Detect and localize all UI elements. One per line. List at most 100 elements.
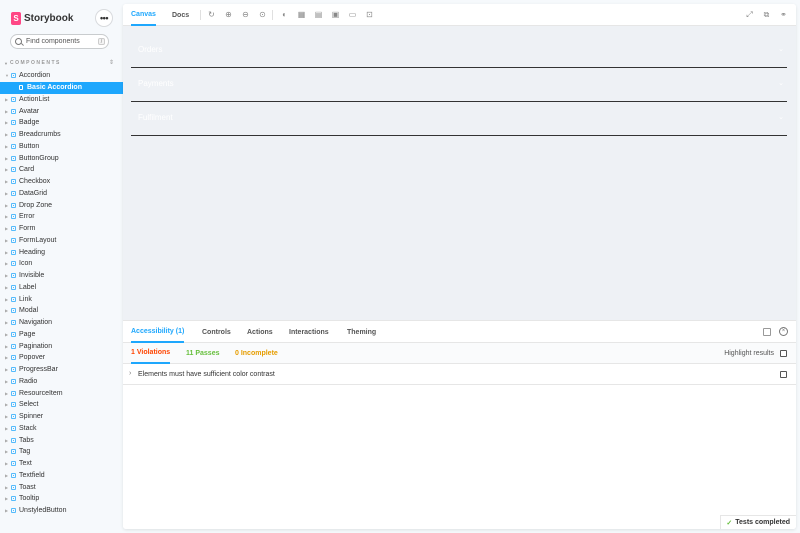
panel-orientation-icon[interactable] [763, 328, 771, 336]
tab-docs[interactable]: Docs [172, 4, 189, 26]
sidebar-item[interactable]: ▶ Spinner [0, 411, 123, 423]
tab-incomplete[interactable]: 0 Incomplete [235, 343, 278, 364]
sidebar-item[interactable]: ▶ Drop Zone [0, 199, 123, 211]
tab-controls[interactable]: Controls [202, 321, 231, 343]
component-icon [11, 96, 16, 102]
rulers-icon[interactable]: ⊡ [365, 10, 374, 19]
sidebar-item[interactable]: ▶ Invisible [0, 270, 123, 282]
sidebar-item[interactable]: ▶ ActionList [0, 94, 123, 106]
violation-checkbox[interactable] [780, 371, 787, 378]
measure-icon[interactable]: ▣ [331, 10, 340, 19]
zoom-reset-icon[interactable]: ⊙ [258, 10, 267, 19]
sidebar-item[interactable]: ▶ Checkbox [0, 176, 123, 188]
sidebar-item-label: DataGrid [19, 189, 48, 197]
sidebar-item[interactable]: ▶ Textfield [0, 470, 123, 482]
sidebar-item[interactable]: ▶ Tabs [0, 434, 123, 446]
brand[interactable]: S Storybook [11, 11, 73, 25]
components-section-header[interactable]: ▼ COMPONENTS ⇕ [4, 59, 114, 67]
sidebar-item[interactable]: ▶ Popover [0, 352, 123, 364]
sidebar-item[interactable]: ▶ Text [0, 458, 123, 470]
sidebar-item[interactable]: ▶ Label [0, 282, 123, 294]
tab-interactions[interactable]: Interactions [289, 321, 329, 343]
reload-icon[interactable]: ↻ [207, 10, 216, 19]
sidebar-item[interactable]: ▶ ProgressBar [0, 364, 123, 376]
caret-right-icon: ▶ [5, 449, 9, 455]
sidebar-item[interactable]: ▶ Card [0, 164, 123, 176]
violation-row[interactable]: › Elements must have sufficient color co… [123, 364, 796, 385]
fullscreen-icon[interactable]: ⤢ [745, 10, 754, 19]
sidebar-item[interactable]: ▶ DataGrid [0, 188, 123, 200]
tab-accessibility[interactable]: Accessibility (1) [131, 321, 185, 343]
sidebar-item[interactable]: ▶ Tooltip [0, 493, 123, 505]
sidebar-item[interactable]: ▶ FormLayout [0, 235, 123, 247]
menu-button[interactable]: ••• [96, 10, 112, 26]
component-icon [11, 320, 16, 326]
outline-icon[interactable]: ▭ [348, 10, 357, 19]
sidebar-item[interactable]: ▶ Tag [0, 446, 123, 458]
zoom-in-icon[interactable]: ⊕ [224, 10, 233, 19]
sidebar-item[interactable]: ▶ Button [0, 141, 123, 153]
grid-icon[interactable]: ▦ [297, 10, 306, 19]
component-icon [11, 425, 16, 431]
component-icon [11, 414, 16, 420]
component-tree: ▼ Accordion Basic Accordion ▶ ActionList ▶ Ava… [0, 70, 123, 517]
zoom-out-icon[interactable]: ⊖ [241, 10, 250, 19]
tab-canvas[interactable]: Canvas [131, 4, 156, 26]
sidebar-item-label: Navigation [19, 319, 53, 327]
section-label: COMPONENTS [10, 60, 61, 66]
sidebar-item[interactable]: ▼ Accordion [0, 70, 123, 82]
tab-violations[interactable]: 1 Violations [131, 343, 171, 364]
sidebar-item[interactable]: ▶ Icon [0, 258, 123, 270]
caret-right-icon: ▶ [5, 132, 9, 138]
sidebar-item[interactable]: ▶ ResourceItem [0, 387, 123, 399]
sidebar-item[interactable]: ▶ Stack [0, 423, 123, 435]
search-input[interactable] [26, 38, 88, 45]
sidebar-item[interactable]: ▶ Heading [0, 246, 123, 258]
sidebar-item-label: Checkbox [19, 178, 51, 186]
background-icon[interactable]: ◐ [280, 10, 289, 19]
component-icon [11, 249, 16, 255]
sidebar-item[interactable]: ▶ Modal [0, 305, 123, 317]
accordion-item[interactable]: Fulfilment ⌄ [131, 102, 787, 136]
sidebar-item[interactable]: ▶ ButtonGroup [0, 152, 123, 164]
accordion-item[interactable]: Payments ⌄ [131, 68, 787, 102]
sidebar-item[interactable]: ▶ Badge [0, 117, 123, 129]
sidebar-item[interactable]: ▶ Error [0, 211, 123, 223]
toolbar-divider [200, 10, 201, 20]
open-new-tab-icon[interactable]: ⧉ [762, 10, 771, 19]
sidebar-item-label: Badge [19, 119, 40, 127]
sidebar-item[interactable]: ▶ Form [0, 223, 123, 235]
chevron-right-icon[interactable]: › [129, 370, 131, 377]
copy-link-icon[interactable]: ⚭ [779, 10, 788, 19]
component-icon [11, 496, 16, 502]
expand-collapse-icon[interactable]: ⇕ [109, 59, 114, 66]
highlight-results-checkbox[interactable] [780, 350, 787, 357]
sidebar-item[interactable]: ▶ Radio [0, 376, 123, 388]
component-icon [11, 437, 16, 443]
sidebar-story-item[interactable]: Basic Accordion [0, 81, 123, 94]
close-icon[interactable]: × [779, 327, 788, 336]
sidebar-item[interactable]: ▶ Breadcrumbs [0, 129, 123, 141]
sidebar-item[interactable]: ▶ Page [0, 329, 123, 341]
tab-theming[interactable]: Theming [347, 321, 376, 343]
sidebar-item[interactable]: ▶ UnstyledButton [0, 505, 123, 517]
sidebar-item-label: Avatar [19, 107, 40, 115]
accordion-item[interactable]: Orders ⌄ [131, 34, 787, 68]
caret-right-icon: ▶ [5, 143, 9, 149]
sidebar-item[interactable]: ▶ Navigation [0, 317, 123, 329]
sidebar-item[interactable]: ▶ Pagination [0, 340, 123, 352]
storybook-logo-icon: S [11, 11, 21, 25]
component-icon [11, 237, 16, 243]
caret-right-icon: ▶ [5, 484, 9, 490]
search-box[interactable]: / [11, 35, 108, 48]
caret-right-icon: ▶ [5, 214, 9, 220]
viewport-icon[interactable]: ▤ [314, 10, 323, 19]
sidebar-item-label: Select [19, 401, 39, 409]
tab-passes[interactable]: 11 Passes [186, 343, 219, 364]
sidebar-item[interactable]: ▶ Select [0, 399, 123, 411]
sidebar-item[interactable]: ▶ Avatar [0, 105, 123, 117]
sidebar-item[interactable]: ▶ Link [0, 293, 123, 305]
sidebar-item-label: Toast [19, 483, 36, 491]
sidebar-item[interactable]: ▶ Toast [0, 481, 123, 493]
tab-actions[interactable]: Actions [247, 321, 273, 343]
